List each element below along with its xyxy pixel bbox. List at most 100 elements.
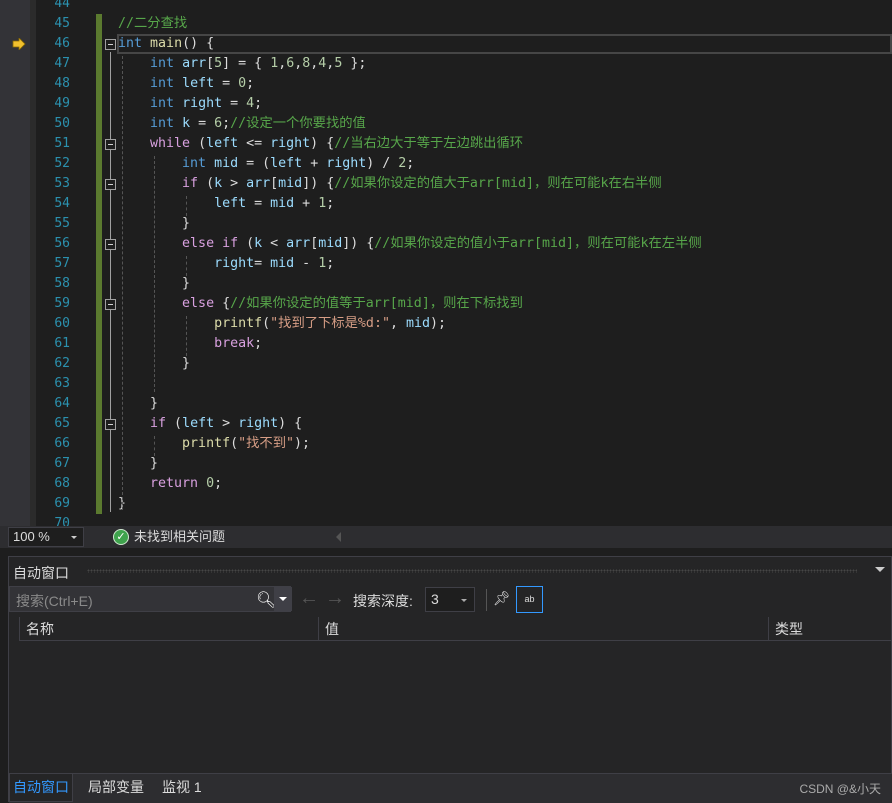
code-line[interactable]: left = mid + 1; bbox=[118, 194, 334, 214]
code-token: ); bbox=[430, 316, 447, 331]
code-token: ; bbox=[326, 256, 335, 271]
code-line[interactable]: if (k > arr[mid]) {//如果你设定的值大于arr[mid]，则… bbox=[118, 174, 662, 194]
code-editor[interactable]: 44 45//二分查找 46 int main() {47 int arr[5] = … bbox=[0, 0, 892, 526]
search-input[interactable]: 搜索(Ctrl+E) 🔍︎ bbox=[9, 586, 292, 612]
code-line[interactable]: else if (k < arr[mid]) {//如果你设定的值小于arr[m… bbox=[118, 234, 702, 254]
panel-drag-grip[interactable] bbox=[87, 569, 857, 573]
code-line[interactable]: int arr[5] = { 1,6,8,4,5 }; bbox=[118, 54, 366, 74]
line-number: 62 bbox=[54, 356, 70, 371]
line-number: 60 bbox=[54, 316, 70, 331]
code-token: - bbox=[294, 256, 319, 271]
code-token: ( bbox=[190, 136, 207, 151]
code-line[interactable]: //二分查找 bbox=[118, 14, 187, 34]
code-token: //如果你设定的值小于arr[mid]，则在可能k在左半侧 bbox=[374, 236, 702, 251]
code-line[interactable]: else {//如果你设定的值等于arr[mid]，则在下标找到 bbox=[118, 294, 523, 314]
tab-watch-1[interactable]: 监视 1 bbox=[159, 774, 205, 802]
code-token: //如果你设定的值等于arr[mid]，则在下标找到 bbox=[230, 296, 523, 311]
code-token: = bbox=[246, 196, 271, 211]
indent-guide bbox=[154, 436, 155, 456]
code-token: } bbox=[118, 396, 159, 411]
forward-arrow-icon[interactable]: → bbox=[325, 587, 345, 609]
column-header-value[interactable]: 值 bbox=[318, 617, 768, 641]
fold-toggle-icon[interactable] bbox=[105, 179, 116, 190]
zoom-dropdown[interactable]: 100 % bbox=[8, 527, 84, 547]
chevron-down-icon bbox=[71, 536, 77, 539]
code-line[interactable]: int main() { bbox=[118, 34, 214, 54]
code-token: < bbox=[262, 236, 287, 251]
code-line[interactable]: int left = 0; bbox=[118, 74, 254, 94]
line-number: 53 bbox=[54, 176, 70, 191]
code-token: ; bbox=[246, 76, 255, 91]
code-token: else if bbox=[182, 236, 239, 251]
code-token: ) { bbox=[310, 136, 335, 151]
code-line[interactable]: printf("找到了下标是%d:", mid); bbox=[118, 314, 446, 334]
code-token: } bbox=[118, 456, 159, 471]
code-token: { bbox=[214, 296, 231, 311]
code-token: ) { bbox=[278, 416, 303, 431]
tab-locals[interactable]: 局部变量 bbox=[85, 774, 147, 802]
line-number: 51 bbox=[54, 136, 70, 151]
code-token: + bbox=[294, 196, 319, 211]
scroll-left-icon[interactable] bbox=[336, 532, 341, 542]
code-token: = bbox=[222, 96, 247, 111]
code-token: //当右边大于等于左边跳出循环 bbox=[334, 136, 524, 151]
code-line[interactable]: while (left <= right) {//当右边大于等于左边跳出循环 bbox=[118, 134, 523, 154]
code-token: break bbox=[214, 336, 255, 351]
code-token: + bbox=[302, 156, 327, 171]
code-token: printf bbox=[182, 436, 231, 451]
pin-filter-icon[interactable]: 📌︎ bbox=[493, 590, 511, 607]
code-token: 6 bbox=[214, 116, 223, 131]
hex-view-tab-icon[interactable]: ab bbox=[516, 586, 543, 613]
panel-menu-chevron-icon[interactable] bbox=[875, 567, 885, 572]
code-line[interactable]: int mid = (left + right) / 2; bbox=[118, 154, 414, 174]
search-options-dropdown[interactable] bbox=[274, 587, 292, 611]
code-token: ); bbox=[294, 436, 311, 451]
indicator-margin[interactable] bbox=[0, 0, 30, 526]
code-line[interactable]: if (left > right) { bbox=[118, 414, 302, 434]
code-line[interactable]: } bbox=[118, 394, 158, 414]
line-number: 56 bbox=[54, 236, 70, 251]
column-header-name[interactable]: 名称 bbox=[19, 617, 319, 641]
search-placeholder: 搜索(Ctrl+E) bbox=[16, 593, 93, 609]
chevron-down-icon bbox=[461, 599, 467, 602]
code-line[interactable]: int right = 4; bbox=[118, 94, 262, 114]
check-circle-icon: ✓ bbox=[113, 529, 129, 545]
fold-toggle-icon[interactable] bbox=[105, 139, 116, 150]
code-token: [ bbox=[310, 236, 319, 251]
fold-toggle-icon[interactable] bbox=[105, 299, 116, 310]
code-token: int bbox=[150, 56, 175, 71]
code-line[interactable]: right= mid - 1; bbox=[118, 254, 334, 274]
code-line[interactable]: printf("找不到"); bbox=[118, 434, 310, 454]
search-depth-dropdown[interactable]: 3 bbox=[425, 587, 475, 612]
code-token: left bbox=[214, 196, 247, 211]
tab-autos[interactable]: 自动窗口 bbox=[9, 774, 73, 802]
code-token: int bbox=[118, 36, 143, 51]
code-line[interactable]: break; bbox=[118, 334, 262, 354]
fold-toggle-icon[interactable] bbox=[105, 419, 116, 430]
line-number: 61 bbox=[54, 336, 70, 351]
code-token: mid bbox=[270, 256, 295, 271]
line-number: 46 bbox=[54, 36, 70, 51]
issues-status[interactable]: 未找到相关问题 bbox=[134, 528, 225, 546]
column-header-type[interactable]: 类型 bbox=[768, 617, 892, 641]
fold-toggle-icon[interactable] bbox=[105, 239, 116, 250]
code-line[interactable]: } bbox=[118, 454, 158, 474]
line-number: 64 bbox=[54, 396, 70, 411]
search-depth-value: 3 bbox=[431, 591, 439, 607]
panel-title: 自动窗口 bbox=[13, 565, 69, 581]
current-line-highlight bbox=[117, 34, 892, 54]
code-token: arr bbox=[182, 56, 207, 71]
code-line[interactable]: int k = 6;//设定一个你要找的值 bbox=[118, 114, 366, 134]
code-token: ( bbox=[198, 176, 215, 191]
indent-guide bbox=[154, 156, 155, 392]
line-number: 45 bbox=[54, 16, 70, 31]
back-arrow-icon[interactable]: ← bbox=[299, 587, 319, 609]
fold-toggle-icon[interactable] bbox=[105, 39, 116, 50]
code-line[interactable]: return 0; bbox=[118, 474, 222, 494]
